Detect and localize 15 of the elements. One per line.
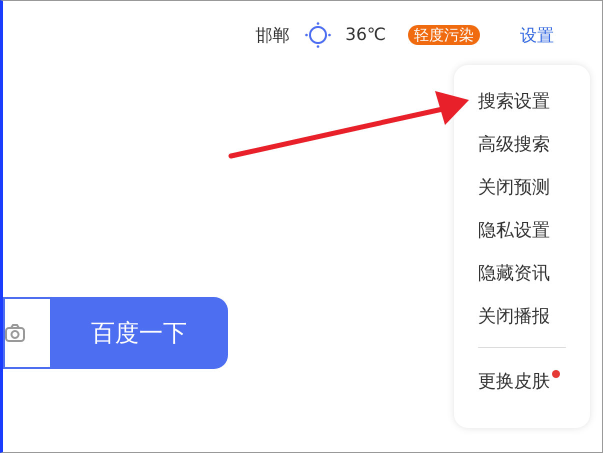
camera-icon[interactable] (5, 323, 25, 343)
city-name: 邯郸 (255, 24, 290, 46)
menu-item[interactable]: 关闭播报 (478, 296, 566, 339)
menu-item[interactable]: 隐私设置 (478, 210, 566, 253)
search-button[interactable]: 百度一下 (50, 297, 228, 369)
settings-link[interactable]: 设置 (520, 24, 554, 46)
menu-item[interactable]: 关闭预测 (478, 167, 566, 210)
air-quality-badge: 轻度污染 (408, 25, 480, 45)
menu-item[interactable]: 隐藏资讯 (478, 253, 566, 296)
sun-icon (305, 22, 332, 48)
search-field[interactable] (3, 297, 50, 369)
menu-item[interactable]: 高级搜索 (478, 124, 566, 167)
menu-item[interactable]: 更换皮肤 (478, 358, 560, 410)
temperature: 36℃ (345, 25, 386, 45)
menu-item[interactable]: 搜索设置 (478, 81, 566, 124)
